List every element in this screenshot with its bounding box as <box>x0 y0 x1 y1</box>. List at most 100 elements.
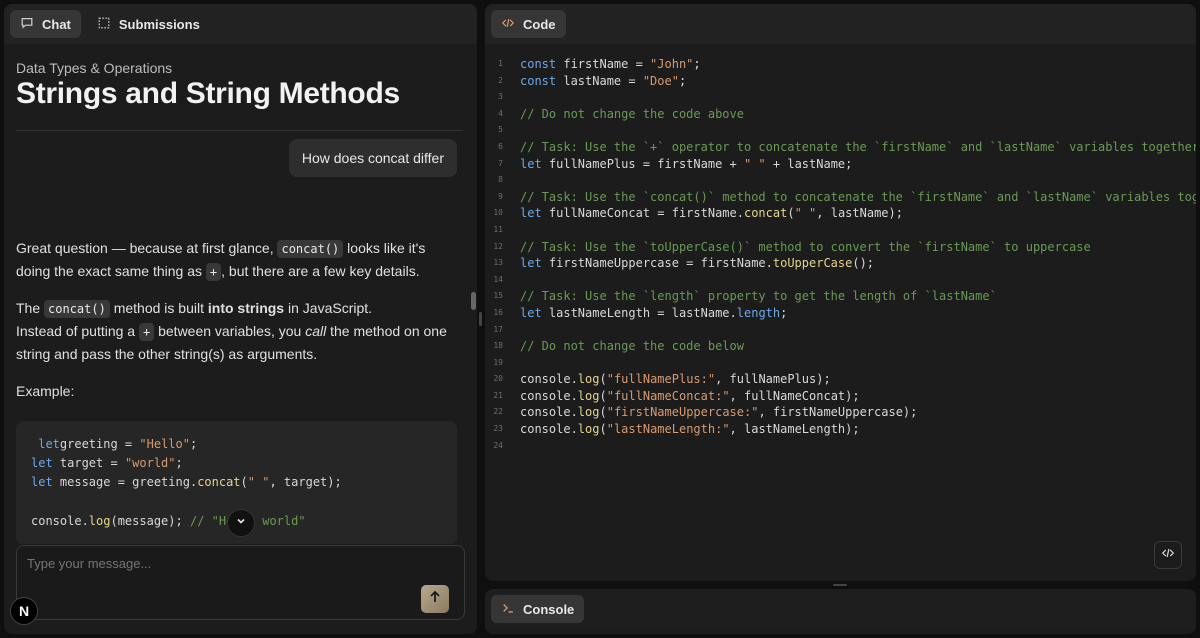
code-token: "world" <box>124 456 176 471</box>
editor-line: 6 // Task: Use the `+` operator to concat… <box>485 139 1196 156</box>
terminal-icon <box>501 601 515 618</box>
line-number: 20 <box>493 374 503 384</box>
line-content: // Task: Use the `concat()` method to co… <box>520 189 1196 206</box>
inline-code: concat() <box>44 300 110 318</box>
editor-line: 23 console.log("lastNameLength:", lastNam… <box>485 421 1196 438</box>
line-number: 14 <box>493 274 503 284</box>
code-token: (message); <box>110 513 190 528</box>
code-token: " " <box>247 475 270 490</box>
assistant-paragraph-1: Great question — because at first glance… <box>16 237 456 283</box>
line-content: const firstName = "John"; <box>520 56 701 73</box>
code-token: console. <box>520 372 578 387</box>
code-token: "lastNameLength:" <box>606 422 730 437</box>
user-message: How does concat differ <box>288 139 457 177</box>
tab-console-label: Console <box>523 601 575 617</box>
code-token: // Task: Use the `concat()` method to co… <box>520 189 1196 204</box>
code-toggle-button[interactable] <box>1154 541 1182 569</box>
code-token: firstNameUppercase = firstName. <box>541 256 773 271</box>
code-token: let <box>31 437 60 451</box>
editor-line: 5 <box>485 122 1196 139</box>
line-number: 4 <box>498 108 503 118</box>
code-token: ( <box>787 206 795 221</box>
scroll-down-button[interactable] <box>227 509 255 537</box>
tab-code[interactable]: Code <box>491 10 566 38</box>
line-number: 24 <box>493 440 503 450</box>
editor-line: 18 // Do not change the code below <box>485 338 1196 355</box>
code-token: length <box>736 305 781 320</box>
code-token: log <box>88 513 111 528</box>
code-token: ; <box>189 437 198 451</box>
code-token: let <box>520 305 542 320</box>
line-number: 12 <box>493 241 503 251</box>
send-button[interactable] <box>421 585 449 613</box>
tab-console[interactable]: Console <box>491 595 585 623</box>
line-number: 11 <box>493 224 503 234</box>
code-token: ( <box>240 475 248 490</box>
tab-chat-label: Chat <box>42 16 71 32</box>
tab-chat[interactable]: Chat <box>10 10 81 38</box>
text: method is built <box>109 300 208 316</box>
editor-line: 16 let lastNameLength = lastName.length; <box>485 305 1196 322</box>
code-token: ; <box>175 456 183 471</box>
console-panel: Console <box>485 589 1196 634</box>
code-token: firstName = <box>556 57 651 71</box>
line-number: 9 <box>498 191 503 201</box>
editor-line: 24 <box>485 438 1196 455</box>
code-token: " " <box>743 156 766 171</box>
line-number: 3 <box>498 92 503 102</box>
chat-messages[interactable]: Data Types & Operations Strings and Stri… <box>4 44 477 544</box>
code-token: fullNameConcat = firstName. <box>541 206 744 221</box>
code-token: ; <box>780 305 788 320</box>
code-token: ( <box>599 422 607 437</box>
line-content: // Do not change the code above <box>520 106 744 123</box>
line-content: let lastNameLength = lastName.length; <box>520 305 787 322</box>
code-token: // Task: Use the `length` property to ge… <box>520 289 997 304</box>
code-token: ( <box>599 405 607 420</box>
chevron-down-icon <box>235 514 247 532</box>
code-token: concat <box>197 475 241 490</box>
line-content: let firstNameUppercase = firstName.toUpp… <box>520 255 874 272</box>
code-token: " " <box>794 206 817 221</box>
line-number: 1 <box>498 59 503 68</box>
editor-line: 9 // Task: Use the `concat()` method to c… <box>485 189 1196 206</box>
code-token: // Task: Use the `toUpperCase()` method … <box>520 239 1091 254</box>
code-token: message = greeting. <box>52 475 198 490</box>
code-token: ; <box>678 73 687 88</box>
code-token: // Do not change the code above <box>520 106 744 121</box>
line-content: console.log("firstNameUppercase:", first… <box>520 404 917 421</box>
code-token: let <box>31 475 53 490</box>
line-number: 17 <box>493 324 503 334</box>
code-editor[interactable]: 1 const firstName = "John"; 2 const lastNam… <box>485 56 1196 454</box>
editor-line: 21 console.log("fullNameConcat:", fullNam… <box>485 388 1196 405</box>
text: between variables, you <box>154 323 306 339</box>
line-content: console.log("lastNameLength:", lastNameL… <box>520 421 860 438</box>
inline-code: + <box>138 323 155 341</box>
tab-submissions[interactable]: Submissions <box>87 10 210 38</box>
example-label: Example: <box>16 383 75 399</box>
line-number: 16 <box>493 307 503 317</box>
code-token: "fullNamePlus:" <box>606 372 716 387</box>
vertical-resize-handle[interactable] <box>479 312 482 326</box>
text: , but there are a few key details. <box>221 263 420 279</box>
code-token: ( <box>599 372 607 387</box>
line-content: let fullNameConcat = firstName.concat(" … <box>520 205 903 222</box>
code-token: const <box>520 57 557 71</box>
scrollbar-thumb[interactable] <box>471 292 476 310</box>
code-token: fullNamePlus = firstName + <box>541 156 744 171</box>
line-number: 23 <box>493 424 503 434</box>
message-input[interactable] <box>27 556 404 571</box>
editor-line: 19 <box>485 355 1196 372</box>
horizontal-resize-handle[interactable] <box>833 584 847 586</box>
code-token: let <box>520 156 542 171</box>
line-number: 13 <box>493 258 503 268</box>
app-badge[interactable]: N <box>10 597 38 625</box>
editor-line: 4 // Do not change the code above <box>485 106 1196 123</box>
code-token: + lastName; <box>765 156 853 171</box>
editor-line: 13 let firstNameUppercase = firstName.toU… <box>485 255 1196 272</box>
left-tabbar: Chat Submissions <box>4 4 477 44</box>
line-content: const lastName = "Doe"; <box>520 73 686 90</box>
line-content: let fullNamePlus = firstName + " " + las… <box>520 156 852 173</box>
line-number: 19 <box>493 357 503 367</box>
code-token: log <box>577 372 600 387</box>
line-content: // Task: Use the `length` property to ge… <box>520 288 997 305</box>
